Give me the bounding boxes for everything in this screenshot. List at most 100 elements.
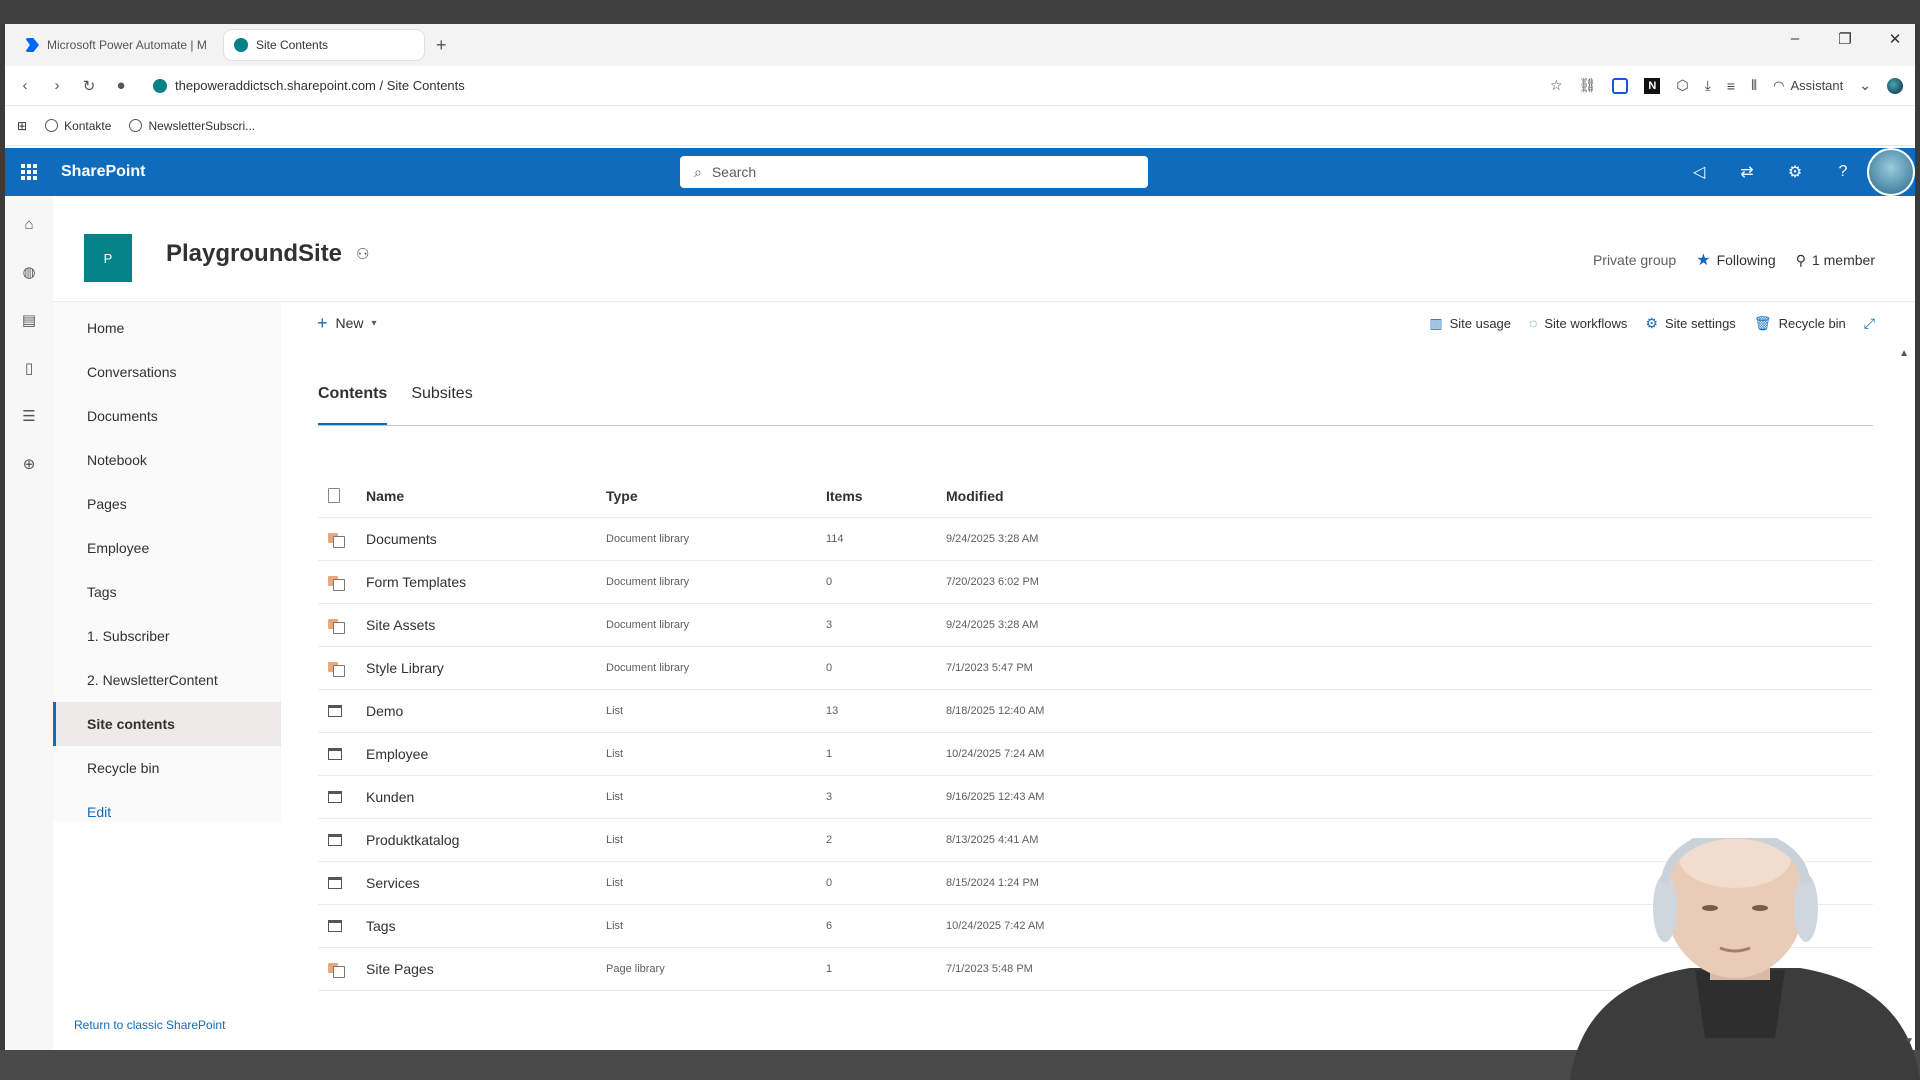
row-items: 6 <box>826 920 833 932</box>
site-usage-button[interactable]: ▥ Site usage <box>1429 315 1511 332</box>
reload-icon[interactable]: ↻ <box>81 77 97 95</box>
browser-tab-site-contents[interactable]: Site Contents <box>224 30 424 60</box>
list-row[interactable]: Form Templates Document library 0 7/20/2023… <box>318 561 1873 604</box>
list-row[interactable]: Kunden List 3 9/16/2025 12:43 AM <box>318 776 1873 819</box>
list-row[interactable]: Demo List 13 8/18/2025 12:40 AM <box>318 690 1873 733</box>
news-icon[interactable]: ▤ <box>19 310 39 330</box>
row-name[interactable]: Site Pages <box>366 961 606 977</box>
row-name[interactable]: Style Library <box>366 660 606 676</box>
extension-icon[interactable] <box>1612 77 1629 94</box>
row-name[interactable]: Employee <box>366 746 606 762</box>
files-icon[interactable]: ▯ <box>19 358 39 378</box>
column-header-items[interactable]: Items <box>826 488 946 504</box>
app-launcher-icon[interactable] <box>5 148 53 196</box>
help-icon[interactable]: ? <box>1819 148 1867 196</box>
lists-icon[interactable]: ☰ <box>19 406 39 426</box>
home-icon[interactable]: ⌂ <box>19 214 39 234</box>
nav-edit-link[interactable]: Edit <box>53 790 281 834</box>
search-box[interactable]: ⌕ Search <box>680 156 1148 188</box>
bookmark-star-icon[interactable]: ☆ <box>1550 77 1563 94</box>
file-type-column[interactable] <box>318 488 366 503</box>
site-workflows-button[interactable]: ◌ Site workflows <box>1529 315 1627 331</box>
nav-item-conversations[interactable]: Conversations <box>53 350 281 394</box>
row-name[interactable]: Site Assets <box>366 617 606 633</box>
following-button[interactable]: ★ Following <box>1696 250 1775 270</box>
recycle-bin-button[interactable]: 🗑︎ Recycle bin <box>1754 315 1846 332</box>
restore-button[interactable]: ❐ <box>1835 30 1855 48</box>
bookmark-newsletter[interactable]: NewsletterSubscri... <box>129 119 255 133</box>
new-button[interactable]: + New ▾ <box>317 313 377 334</box>
site-title-text[interactable]: PlaygroundSite <box>166 240 342 268</box>
row-name[interactable]: Tags <box>366 918 606 934</box>
tab-subsites[interactable]: Subsites <box>411 381 472 425</box>
row-type: Document library <box>606 576 690 588</box>
apps-grid-icon[interactable]: ⊞ <box>17 119 27 133</box>
members-button[interactable]: ⚲ 1 member <box>1796 252 1875 269</box>
profile-icon[interactable] <box>1887 77 1903 94</box>
close-button[interactable]: ✕ <box>1885 30 1905 48</box>
bookmark-kontakte[interactable]: Kontakte <box>45 119 111 133</box>
library-icon <box>328 618 345 634</box>
site-logo[interactable]: P <box>84 234 132 282</box>
row-name[interactable]: Form Templates <box>366 574 606 590</box>
nav-item-pages[interactable]: Pages <box>53 482 281 526</box>
site-settings-button[interactable]: ⚙ Site settings <box>1645 315 1735 332</box>
assistant-button[interactable]: ◠ Assistant <box>1773 78 1843 94</box>
column-header-name[interactable]: Name <box>366 488 606 504</box>
reading-list-icon[interactable]: ≡ <box>1727 78 1735 94</box>
minimize-button[interactable]: – <box>1785 30 1805 48</box>
return-to-classic-link[interactable]: Return to classic SharePoint <box>74 1018 225 1032</box>
nav-item-notebook[interactable]: Notebook <box>53 438 281 482</box>
nav-item-recycle-bin[interactable]: Recycle bin <box>53 746 281 790</box>
scroll-down-arrow[interactable]: ▼ <box>1904 1036 1914 1047</box>
account-button[interactable] <box>1867 148 1915 196</box>
list-row[interactable]: Site Assets Document library 3 9/24/2025 3:… <box>318 604 1873 647</box>
audio-icon[interactable]: ⦀ <box>1751 77 1757 94</box>
link-icon[interactable]: ⛓ <box>1579 77 1597 94</box>
megaphone-icon[interactable]: ◁ <box>1675 148 1723 196</box>
row-name[interactable]: Services <box>366 875 606 891</box>
gear-icon[interactable]: ⚙ <box>1771 148 1819 196</box>
globe-icon[interactable]: ◍ <box>19 262 39 282</box>
scroll-up-arrow[interactable]: ▲ <box>1899 348 1909 359</box>
sharepoint-suite-bar: SharePoint ⌕ Search ◁ ⇄ ⚙ ? <box>5 148 1915 196</box>
teams-icon[interactable]: ⚇ <box>356 245 369 263</box>
nav-item-site-contents[interactable]: Site contents <box>53 702 281 746</box>
list-row[interactable]: Style Library Document library 0 7/1/2023 5… <box>318 647 1873 690</box>
row-items: 0 <box>826 662 833 674</box>
sharepoint-brand[interactable]: SharePoint <box>61 163 145 181</box>
nav-item-subscriber[interactable]: 1. Subscriber <box>53 614 281 658</box>
nav-item-documents[interactable]: Documents <box>53 394 281 438</box>
row-name[interactable]: Demo <box>366 703 606 719</box>
url-field[interactable]: thepoweraddictsch.sharepoint.com / Site … <box>153 78 465 93</box>
row-name[interactable]: Documents <box>366 531 606 547</box>
row-name[interactable]: Produktkatalog <box>366 832 606 848</box>
nav-item-home[interactable]: Home <box>53 306 281 350</box>
back-icon[interactable]: ‹ <box>17 77 33 94</box>
forward-icon[interactable]: › <box>49 77 65 94</box>
search-placeholder: Search <box>711 164 757 180</box>
list-row[interactable]: Documents Document library 114 9/24/2025 3:… <box>318 518 1873 561</box>
row-items: 3 <box>826 619 833 631</box>
notion-icon[interactable]: N <box>1644 77 1661 94</box>
microphone-icon[interactable]: ● <box>113 77 129 94</box>
list-row[interactable]: Employee List 1 10/24/2025 7:24 AM <box>318 733 1873 776</box>
download-icon[interactable]: ⤓ <box>1705 77 1711 94</box>
row-name[interactable]: Kunden <box>366 789 606 805</box>
row-items: 1 <box>826 748 833 760</box>
expand-icon[interactable]: ⤢ <box>1864 315 1875 332</box>
chevron-down-icon[interactable]: ⌄ <box>1859 77 1871 94</box>
browser-tab-power-automate[interactable]: Microsoft Power Automate | M <box>15 30 220 60</box>
create-icon[interactable]: ⊕ <box>19 454 39 474</box>
column-header-type[interactable]: Type <box>606 488 826 504</box>
column-header-modified[interactable]: Modified <box>946 488 1246 504</box>
nav-item-employee[interactable]: Employee <box>53 526 281 570</box>
trash-icon: 🗑︎ <box>1753 314 1772 331</box>
webcam-overlay <box>1570 838 1920 1080</box>
nav-item-tags[interactable]: Tags <box>53 570 281 614</box>
new-tab-button[interactable]: + <box>436 35 447 56</box>
tab-contents[interactable]: Contents <box>318 381 388 425</box>
nav-item-newsletter-content[interactable]: 2. NewsletterContent <box>53 658 281 702</box>
share-icon[interactable]: ⇄ <box>1723 148 1771 196</box>
extensions-icon[interactable]: ⬡ <box>1676 77 1688 94</box>
